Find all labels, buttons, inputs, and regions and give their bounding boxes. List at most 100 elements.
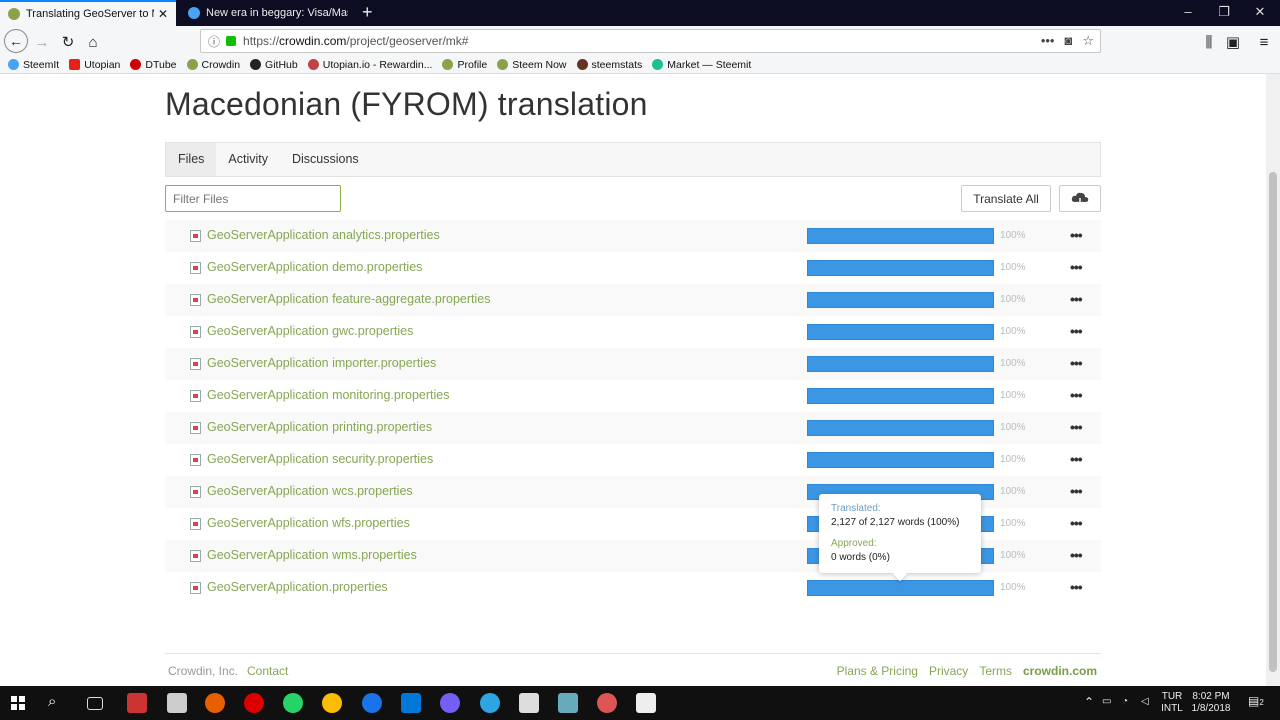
- whatsapp-icon[interactable]: [283, 693, 303, 713]
- more-options-icon[interactable]: •••: [1070, 547, 1083, 563]
- progress-bar[interactable]: [807, 580, 994, 596]
- notification-center-icon[interactable]: ▤2: [1248, 695, 1264, 709]
- opera-icon[interactable]: [244, 693, 264, 713]
- file-link[interactable]: GeoServerApplication demo.properties: [207, 260, 422, 274]
- file-link[interactable]: GeoServerApplication importer.properties: [207, 356, 436, 370]
- bookmark-item[interactable]: Market — Steemit: [652, 59, 751, 71]
- mail-icon[interactable]: [167, 693, 187, 713]
- more-options-icon[interactable]: •••: [1070, 323, 1083, 339]
- more-options-icon[interactable]: •••: [1070, 355, 1083, 371]
- translate-all-button[interactable]: Translate All: [961, 185, 1051, 212]
- viber-icon[interactable]: [440, 693, 460, 713]
- page-actions-icon[interactable]: •••: [1041, 33, 1055, 49]
- file-link[interactable]: GeoServerApplication security.properties: [207, 452, 433, 466]
- more-options-icon[interactable]: •••: [1070, 227, 1083, 243]
- menu-hamburger-icon[interactable]: ≡: [1253, 31, 1275, 53]
- footer-contact-link[interactable]: Contact: [247, 664, 288, 678]
- bookmark-item[interactable]: GitHub: [250, 59, 298, 71]
- more-options-icon[interactable]: •••: [1070, 515, 1083, 531]
- file-link[interactable]: GeoServerApplication monitoring.properti…: [207, 388, 450, 402]
- app-icon[interactable]: [127, 693, 147, 713]
- bookmark-item[interactable]: Utopian: [69, 59, 120, 71]
- progress-bar[interactable]: [807, 388, 994, 404]
- language-indicator[interactable]: TUR INTL: [1160, 691, 1184, 715]
- footer-terms-link[interactable]: Terms: [979, 664, 1012, 678]
- calculator-icon[interactable]: [519, 693, 539, 713]
- more-options-icon[interactable]: •••: [1070, 579, 1083, 595]
- file-link[interactable]: GeoServerApplication wcs.properties: [207, 484, 413, 498]
- page-scrollbar[interactable]: [1266, 74, 1280, 686]
- tab-discussions[interactable]: Discussions: [280, 143, 371, 176]
- forward-arrow-icon[interactable]: →: [31, 31, 53, 53]
- file-link[interactable]: GeoServerApplication gwc.properties: [207, 324, 413, 338]
- file-link[interactable]: GeoServerApplication.properties: [207, 580, 388, 594]
- file-link[interactable]: GeoServerApplication analytics.propertie…: [207, 228, 440, 242]
- tab-files[interactable]: Files: [166, 143, 217, 176]
- progress-bar[interactable]: [807, 292, 994, 308]
- close-tab-icon[interactable]: ✕: [158, 7, 168, 21]
- task-view-icon[interactable]: [87, 697, 103, 710]
- maximize-icon[interactable]: ❐: [1214, 4, 1234, 20]
- file-link[interactable]: GeoServerApplication printing.properties: [207, 420, 432, 434]
- file-link[interactable]: GeoServerApplication wms.properties: [207, 548, 417, 562]
- notepad-icon[interactable]: [558, 693, 578, 713]
- bookmark-item[interactable]: steemstats: [576, 59, 642, 71]
- browser-tab-bar: Translating GeoServer to Macedonian ✕ Ne…: [0, 0, 1280, 26]
- scrollbar-thumb[interactable]: [1269, 172, 1277, 672]
- download-cloud-button[interactable]: [1059, 185, 1101, 212]
- info-icon[interactable]: ⓘ: [208, 33, 220, 50]
- browser-tab-active[interactable]: Translating GeoServer to Macedonian ✕: [0, 0, 176, 26]
- footer-pricing-link[interactable]: Plans & Pricing: [837, 664, 918, 678]
- bookmark-item[interactable]: Profile: [442, 59, 487, 71]
- firefox-icon[interactable]: [205, 693, 225, 713]
- bookmark-item[interactable]: DTube: [130, 59, 177, 71]
- more-options-icon[interactable]: •••: [1070, 387, 1083, 403]
- reload-icon[interactable]: ↻: [57, 31, 79, 53]
- more-options-icon[interactable]: •••: [1070, 451, 1083, 467]
- sidebar-icon[interactable]: ▣: [1222, 31, 1244, 53]
- bookmark-star-icon[interactable]: ☆: [1082, 33, 1094, 49]
- tab-activity[interactable]: Activity: [216, 143, 280, 176]
- progress-bar[interactable]: [807, 420, 994, 436]
- chrome-icon[interactable]: [322, 693, 342, 713]
- minimize-icon[interactable]: –: [1178, 4, 1198, 19]
- windows-start-icon[interactable]: [11, 696, 25, 710]
- video-editor-icon[interactable]: [636, 693, 656, 713]
- network-icon[interactable]: ◔: [1122, 696, 1128, 708]
- footer-brand-link[interactable]: crowdin.com: [1023, 664, 1097, 678]
- bookmark-item[interactable]: SteemIt: [8, 59, 59, 71]
- file-link[interactable]: GeoServerApplication wfs.properties: [207, 516, 410, 530]
- more-options-icon[interactable]: •••: [1070, 291, 1083, 307]
- bookmark-item[interactable]: Steem Now: [497, 59, 567, 71]
- library-icon[interactable]: ⫼: [1198, 31, 1220, 53]
- url-bar[interactable]: ⓘ https://crowdin.com/project/geoserver/…: [200, 29, 1101, 53]
- file-link[interactable]: GeoServerApplication feature-aggregate.p…: [207, 292, 491, 306]
- telegram-icon[interactable]: [480, 693, 500, 713]
- back-arrow-icon[interactable]: ←: [4, 29, 28, 53]
- close-window-icon[interactable]: ✕: [1250, 4, 1270, 20]
- filter-files-input[interactable]: [165, 185, 341, 212]
- battery-icon[interactable]: ▭: [1102, 696, 1111, 708]
- progress-bar[interactable]: [807, 356, 994, 372]
- bookmark-item[interactable]: Utopian.io - Rewardin...: [307, 59, 432, 71]
- search-icon[interactable]: ⌕: [48, 693, 68, 713]
- tray-chevron-icon[interactable]: ⌃: [1084, 696, 1094, 708]
- new-tab-plus-icon[interactable]: +: [362, 2, 373, 22]
- clock[interactable]: 8:02 PM 1/8/2018: [1188, 691, 1234, 715]
- progress-bar[interactable]: [807, 228, 994, 244]
- progress-bar[interactable]: [807, 260, 994, 276]
- store-icon[interactable]: [401, 693, 421, 713]
- more-options-icon[interactable]: •••: [1070, 259, 1083, 275]
- home-icon[interactable]: ⌂: [82, 31, 104, 53]
- footer-privacy-link[interactable]: Privacy: [929, 664, 968, 678]
- app-icon[interactable]: [597, 693, 617, 713]
- bookmark-item[interactable]: Crowdin: [186, 59, 240, 71]
- edge-icon[interactable]: [362, 693, 382, 713]
- browser-tab-inactive[interactable]: New era in beggary: Visa/Mastercard: [180, 0, 356, 26]
- more-options-icon[interactable]: •••: [1070, 483, 1083, 499]
- more-options-icon[interactable]: •••: [1070, 419, 1083, 435]
- progress-bar[interactable]: [807, 324, 994, 340]
- volume-icon[interactable]: ◁: [1141, 696, 1149, 708]
- pocket-icon[interactable]: ◙: [1064, 33, 1072, 49]
- progress-bar[interactable]: [807, 452, 994, 468]
